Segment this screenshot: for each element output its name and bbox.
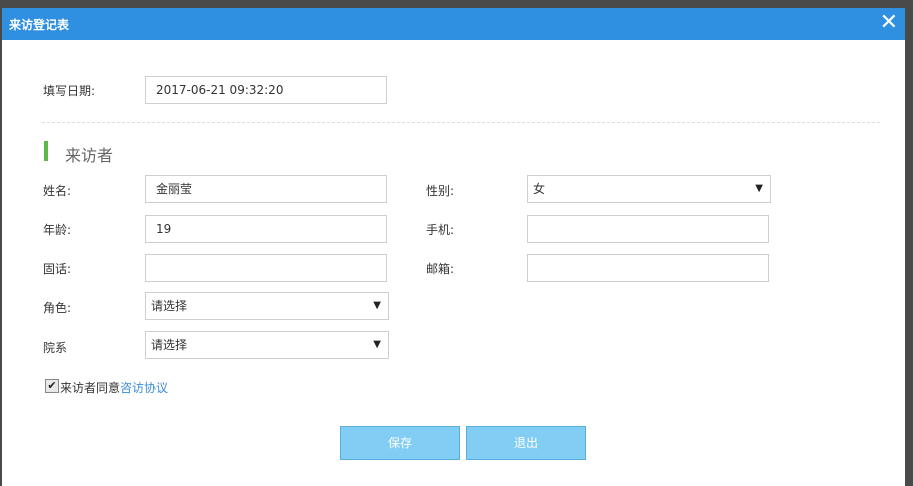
consultation-agreement-link[interactable]: 咨访协议 bbox=[120, 381, 168, 395]
section-title-visitor: 来访者 bbox=[65, 146, 114, 165]
department-select[interactable]: 请选择 ▼ bbox=[145, 331, 389, 359]
dialog-title: 来访登记表 bbox=[9, 18, 70, 32]
email-field[interactable] bbox=[527, 254, 769, 282]
landline-label: 固话: bbox=[43, 262, 72, 276]
dropdown-arrow-icon: ▼ bbox=[373, 300, 381, 311]
email-label: 邮箱: bbox=[426, 262, 455, 276]
section-divider bbox=[42, 122, 880, 123]
date-field[interactable]: 2017-06-21 09:32:20 bbox=[145, 76, 387, 104]
gender-select[interactable]: 女 ▼ bbox=[527, 175, 771, 203]
agree-text: 来访者同意咨访协议 bbox=[60, 379, 168, 396]
agree-checkbox[interactable]: ✔ bbox=[45, 379, 59, 393]
exit-button[interactable]: 退出 bbox=[466, 426, 586, 460]
visit-registration-dialog: 来访登记表 ✕ 填写日期: 2017-06-21 09:32:20 来访者 姓名… bbox=[2, 8, 905, 486]
gender-select-value: 女 bbox=[533, 182, 546, 196]
department-select-value: 请选择 bbox=[151, 338, 188, 352]
department-label: 院系 bbox=[43, 341, 68, 355]
save-button[interactable]: 保存 bbox=[340, 426, 460, 460]
dialog-titlebar: 来访登记表 ✕ bbox=[2, 8, 905, 40]
dropdown-arrow-icon: ▼ bbox=[755, 183, 763, 194]
role-label: 角色: bbox=[43, 301, 72, 315]
age-label: 年龄: bbox=[43, 223, 72, 237]
gender-label: 性别: bbox=[426, 184, 455, 198]
date-label: 填写日期: bbox=[43, 84, 96, 98]
section-accent-bar bbox=[44, 141, 48, 161]
phone-label: 手机: bbox=[426, 223, 455, 237]
role-select-value: 请选择 bbox=[151, 299, 188, 313]
agree-label: 来访者同意 bbox=[60, 381, 121, 395]
role-select[interactable]: 请选择 ▼ bbox=[145, 292, 389, 320]
phone-field[interactable] bbox=[527, 215, 769, 243]
dropdown-arrow-icon: ▼ bbox=[373, 339, 381, 350]
name-label: 姓名: bbox=[43, 184, 72, 198]
age-field[interactable]: 19 bbox=[145, 215, 387, 243]
close-icon[interactable]: ✕ bbox=[880, 11, 898, 35]
landline-field[interactable] bbox=[145, 254, 387, 282]
name-field[interactable]: 金丽莹 bbox=[145, 175, 387, 203]
